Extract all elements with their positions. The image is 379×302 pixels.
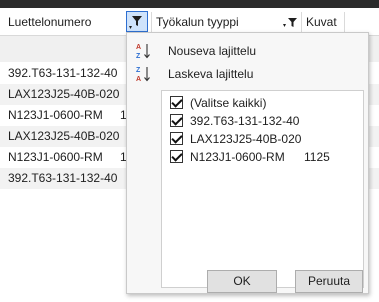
window-top-bar bbox=[0, 0, 379, 8]
filter-item-label: LAX123J25-40B-020 bbox=[190, 132, 302, 146]
filter-item-checkbox[interactable] bbox=[170, 132, 183, 145]
sort-descending-menu-item[interactable]: Z A Laskeva lajittelu bbox=[128, 63, 367, 85]
column-header-label: Luettelonumero bbox=[8, 15, 92, 29]
sort-descending-icon: Z A bbox=[135, 65, 153, 86]
catalog-number-filter-button[interactable]: ▾ bbox=[126, 11, 148, 32]
column-separator[interactable] bbox=[151, 12, 152, 32]
filter-item[interactable]: N123J1-0600-RM 1125 bbox=[166, 148, 356, 166]
select-all-checkbox[interactable] bbox=[170, 96, 183, 109]
catalog-number-cell: 392.T63-131-132-40 bbox=[8, 171, 118, 185]
catalog-number-cell: LAX123J25-40B-020 bbox=[8, 87, 120, 101]
catalog-number-cell: N123J1-0600-RM bbox=[8, 108, 103, 122]
filter-icon: ▾ bbox=[127, 12, 147, 31]
svg-text:A: A bbox=[136, 76, 141, 83]
svg-text:A: A bbox=[136, 44, 141, 51]
filter-item-label: (Valitse kaikki) bbox=[190, 96, 267, 110]
cancel-button[interactable]: Peruuta bbox=[295, 270, 363, 293]
column-filter-popup: A Z Nouseva lajittelu Z A Laskeva lajitt… bbox=[126, 32, 369, 294]
svg-text:▾: ▾ bbox=[283, 23, 286, 28]
filter-item-label: N123J1-0600-RM bbox=[190, 150, 285, 164]
filter-values-list[interactable]: (Valitse kaikki) 392.T63-131-132-40 LAX1… bbox=[161, 90, 364, 288]
catalog-number-cell: 392.T63-131-132-40 bbox=[8, 66, 118, 80]
filter-item-extra: 1125 bbox=[304, 150, 330, 164]
column-header-tool-type[interactable]: Työkalun tyyppi bbox=[156, 8, 239, 35]
column-separator[interactable] bbox=[301, 12, 302, 32]
sort-ascending-menu-item[interactable]: A Z Nouseva lajittelu bbox=[128, 40, 367, 62]
sort-ascending-label: Nouseva lajittelu bbox=[168, 44, 257, 58]
catalog-number-cell: N123J1-0600-RM bbox=[8, 150, 103, 164]
column-header-label: Työkalun tyyppi bbox=[156, 15, 239, 29]
filter-item[interactable]: LAX123J25-40B-020 bbox=[166, 130, 356, 148]
filter-item-label: 392.T63-131-132-40 bbox=[190, 114, 300, 128]
svg-text:Z: Z bbox=[136, 67, 141, 74]
sort-descending-label: Laskeva lajittelu bbox=[168, 67, 254, 81]
svg-text:Z: Z bbox=[136, 53, 141, 60]
column-header-label: Kuvat bbox=[306, 15, 337, 29]
sort-ascending-icon: A Z bbox=[135, 42, 153, 63]
column-header-images[interactable]: Kuvat bbox=[306, 8, 337, 35]
tool-type-filter-icon[interactable]: ▾ bbox=[283, 17, 298, 28]
filter-item[interactable]: 392.T63-131-132-40 bbox=[166, 112, 356, 130]
catalog-number-cell: LAX123J25-40B-020 bbox=[8, 129, 120, 143]
filter-item-select-all[interactable]: (Valitse kaikki) bbox=[166, 94, 356, 112]
svg-text:▾: ▾ bbox=[129, 25, 132, 31]
ok-button[interactable]: OK bbox=[207, 270, 277, 293]
filter-item-checkbox[interactable] bbox=[170, 150, 183, 163]
filter-item-checkbox[interactable] bbox=[170, 114, 183, 127]
column-separator[interactable] bbox=[344, 12, 345, 32]
column-header-catalog-number[interactable]: Luettelonumero bbox=[8, 8, 91, 35]
